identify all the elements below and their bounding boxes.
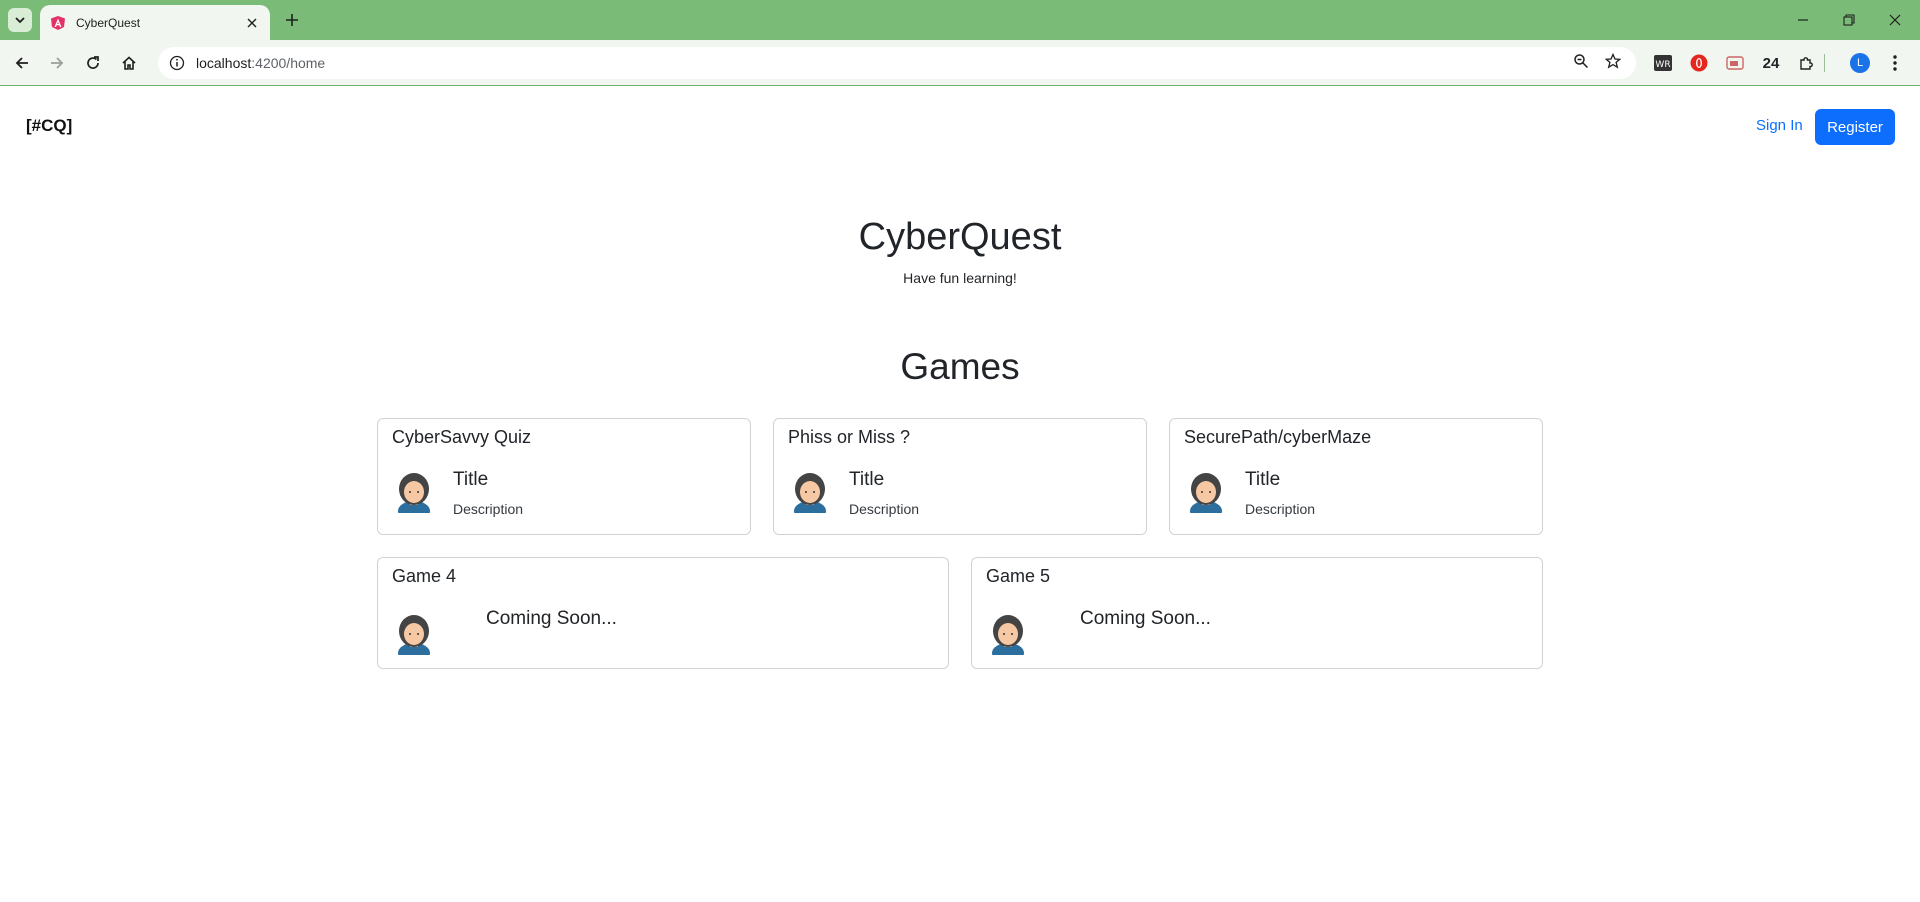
extension-wr-button[interactable]: WR bbox=[1650, 50, 1676, 76]
arrow-left-icon bbox=[15, 57, 28, 69]
game-item-description: Description bbox=[453, 501, 524, 517]
game-card-securepath[interactable]: SecurePath/cyberMaze Title Description bbox=[1169, 418, 1543, 535]
game-card-game-5[interactable]: Game 5 Coming Soon... bbox=[971, 557, 1543, 669]
avatar-icon bbox=[398, 473, 430, 513]
extension-cast-button[interactable] bbox=[1722, 50, 1748, 76]
wr-extension-icon: WR bbox=[1654, 55, 1672, 71]
new-tab-button[interactable] bbox=[281, 9, 303, 31]
url-path: :4200/home bbox=[251, 55, 326, 71]
avatar-icon bbox=[992, 615, 1024, 655]
games-heading: Games bbox=[900, 346, 1020, 387]
browser-tab[interactable]: CyberQuest bbox=[40, 5, 270, 40]
extension-opera-button[interactable] bbox=[1686, 50, 1712, 76]
svg-text:WR: WR bbox=[1655, 60, 1670, 70]
chrome-menu-button[interactable] bbox=[1882, 50, 1908, 76]
cast-icon bbox=[1726, 56, 1744, 70]
close-tab-icon[interactable] bbox=[244, 15, 260, 31]
game-item-title: Title bbox=[1245, 469, 1281, 490]
signin-link[interactable]: Sign In bbox=[1756, 117, 1803, 134]
kebab-menu-icon bbox=[1893, 55, 1897, 71]
register-button[interactable]: Register bbox=[1815, 109, 1895, 145]
game-card-cybersavvy-quiz[interactable]: CyberSavvy Quiz Title Description bbox=[377, 418, 751, 535]
page-title: CyberQuest bbox=[858, 216, 1062, 258]
red-record-icon bbox=[1690, 54, 1708, 72]
minimize-button[interactable] bbox=[1780, 0, 1826, 40]
extension-badge-button[interactable]: 24 bbox=[1758, 50, 1784, 76]
home-button[interactable] bbox=[116, 50, 142, 76]
extension-badge-count: 24 bbox=[1762, 54, 1780, 72]
navbar-brand[interactable]: [#CQ] bbox=[26, 116, 72, 136]
game-card-title: CyberSavvy Quiz bbox=[392, 427, 532, 447]
browser-toolbar: localhost:4200/home WR 24 L bbox=[0, 40, 1920, 86]
back-button[interactable] bbox=[9, 50, 35, 76]
avatar-icon bbox=[398, 615, 430, 655]
forward-button[interactable] bbox=[44, 50, 70, 76]
star-icon bbox=[1605, 53, 1621, 69]
extensions-menu-button[interactable] bbox=[1794, 50, 1820, 76]
url-text: localhost:4200/home bbox=[196, 55, 325, 71]
game-card-title: Game 5 bbox=[986, 566, 1051, 586]
page-subtitle: Have fun learning! bbox=[903, 270, 1017, 286]
reload-icon bbox=[87, 56, 99, 69]
arrow-right-icon bbox=[51, 57, 64, 69]
game-card-title: Game 4 bbox=[392, 566, 457, 586]
game-item-title: Title bbox=[453, 469, 489, 490]
puzzle-icon bbox=[1800, 57, 1813, 70]
game-item-description: Description bbox=[849, 501, 920, 517]
tab-strip: CyberQuest bbox=[0, 0, 1920, 40]
restore-button[interactable] bbox=[1826, 0, 1872, 40]
avatar-icon bbox=[1190, 473, 1222, 513]
bookmark-button[interactable] bbox=[1600, 48, 1626, 74]
game-card-phiss-or-miss[interactable]: Phiss or Miss ? Title Description bbox=[773, 418, 1147, 535]
profile-button[interactable]: L bbox=[1847, 50, 1873, 76]
profile-initial: L bbox=[1856, 57, 1864, 69]
close-window-button[interactable] bbox=[1872, 0, 1918, 40]
tab-title: CyberQuest bbox=[76, 15, 141, 30]
chevron-down-icon bbox=[15, 17, 25, 24]
site-info-icon[interactable] bbox=[168, 54, 186, 72]
address-bar[interactable]: localhost:4200/home bbox=[158, 47, 1636, 79]
coming-soon-label: Coming Soon... bbox=[1080, 608, 1211, 629]
zoom-icon bbox=[1574, 54, 1589, 69]
restore-icon bbox=[1843, 14, 1855, 26]
game-card-title: Phiss or Miss ? bbox=[788, 427, 911, 447]
plus-icon bbox=[286, 14, 298, 26]
zoom-button[interactable] bbox=[1568, 48, 1594, 74]
coming-soon-label: Coming Soon... bbox=[486, 608, 617, 629]
avatar-icon bbox=[794, 473, 826, 513]
minimize-icon bbox=[1798, 19, 1808, 21]
game-item-description: Description bbox=[1245, 501, 1316, 517]
close-icon bbox=[1889, 14, 1901, 26]
tab-search-button[interactable] bbox=[8, 8, 32, 32]
game-item-title: Title bbox=[849, 469, 885, 490]
game-card-game-4[interactable]: Game 4 Coming Soon... bbox=[377, 557, 949, 669]
reload-button[interactable] bbox=[80, 50, 106, 76]
url-host: localhost bbox=[196, 55, 252, 71]
toolbar-divider bbox=[1823, 50, 1827, 76]
home-icon bbox=[122, 56, 136, 70]
game-card-title: SecurePath/cyberMaze bbox=[1184, 427, 1372, 447]
angular-favicon-icon bbox=[50, 15, 66, 31]
